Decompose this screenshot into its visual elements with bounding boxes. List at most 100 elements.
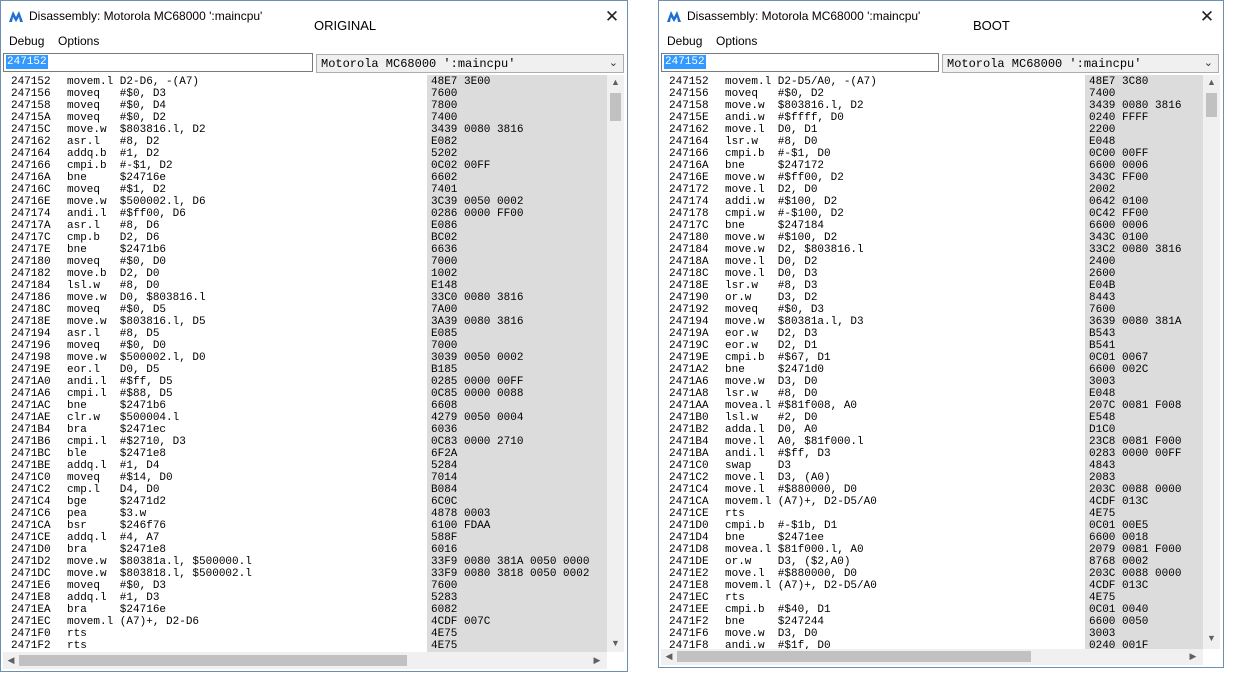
disasm-row[interactable]: 2471D0 cmpi.b #-$1b, D1 0C01 00E5 [661,520,1203,532]
scroll-thumb[interactable] [1206,93,1217,117]
disasm-row[interactable]: 2471F8 andi.w #$1f, D0 0240 001F [661,640,1203,649]
disasm-row[interactable]: 24719E eor.l D0, D5 B185 [3,364,607,376]
disasm-row[interactable]: 247164 lsr.w #8, D0 E048 [661,136,1203,148]
scroll-thumb[interactable] [19,655,407,666]
disasm-row[interactable]: 24717C cmp.b D2, D6 BC02 [3,232,607,244]
disasm-row[interactable]: 2471BC ble $2471e8 6F2A [3,448,607,460]
disasm-row[interactable]: 2471EC rts 4E75 [661,592,1203,604]
disasm-row[interactable]: 2471E8 addq.l #1, D3 5283 [3,592,607,604]
disasm-row[interactable]: 2471CA bsr $246f76 6100 FDAA [3,520,607,532]
disasm-row[interactable]: 247180 move.w #$100, D2 343C 0100 [661,232,1203,244]
disasm-row[interactable]: 2471EA bra $24716e 6082 [3,604,607,616]
address-input[interactable]: 247152 [661,53,939,72]
disasm-row[interactable]: 2471B6 cmpi.l #$2710, D3 0C83 0000 2710 [3,436,607,448]
disasm-row[interactable]: 2471F2 bne $247244 6600 0050 [661,616,1203,628]
disasm-row[interactable]: 24718E lsr.w #8, D3 E04B [661,280,1203,292]
disasm-row[interactable]: 2471CA movem.l (A7)+, D2-D5/A0 4CDF 013C [661,496,1203,508]
disasm-row[interactable]: 247162 asr.l #8, D2 E082 [3,136,607,148]
disasm-row[interactable]: 247196 moveq #$0, D0 7000 [3,340,607,352]
disasm-row[interactable]: 24717E bne $2471b6 6636 [3,244,607,256]
disasm-row[interactable]: 2471EE cmpi.b #$40, D1 0C01 0040 [661,604,1203,616]
disasm-row[interactable]: 247194 move.w $80381a.l, D3 3639 0080 381A [661,316,1203,328]
disasm-row[interactable]: 247184 lsl.w #8, D0 E148 [3,280,607,292]
disasm-row[interactable]: 247174 andi.l #$ff00, D6 0286 0000 FF00 [3,208,607,220]
disasm-row[interactable]: 2471D4 bne $2471ee 6600 0018 [661,532,1203,544]
disasm-row[interactable]: 24719C eor.w D2, D1 B541 [661,340,1203,352]
scroll-thumb[interactable] [677,651,1031,662]
scroll-up-icon[interactable]: ▲ [1203,77,1220,87]
disasm-row[interactable]: 247156 moveq #$0, D3 7600 [3,88,607,100]
disasm-row[interactable]: 2471F2 rts 4E75 [3,640,607,652]
menu-debug[interactable]: Debug [667,34,702,48]
disasm-row[interactable]: 247166 cmpi.b #-$1, D2 0C02 00FF [3,160,607,172]
disasm-row[interactable]: 247156 moveq #$0, D2 7400 [661,88,1203,100]
disasm-row[interactable]: 24715E andi.w #$ffff, D0 0240 FFFF [661,112,1203,124]
disasm-row[interactable]: 2471A6 move.w D3, D0 3003 [661,376,1203,388]
disasm-row[interactable]: 2471B4 bra $2471ec 6036 [3,424,607,436]
disasm-row[interactable]: 2471DE or.w D3, ($2,A0) 8768 0002 [661,556,1203,568]
disasm-row[interactable]: 2471A2 bne $2471d0 6600 002C [661,364,1203,376]
disasm-row[interactable]: 24718C move.l D0, D3 2600 [661,268,1203,280]
disasm-row[interactable]: 2471D2 move.w $80381a.l, $500000.l 33F9 00… [3,556,607,568]
title-bar[interactable]: Disassembly: Motorola MC68000 ':maincpu'… [1,1,627,33]
scroll-up-icon[interactable]: ▲ [607,77,624,87]
vertical-scrollbar[interactable]: ▲ ▼ [1203,75,1220,649]
disasm-row[interactable]: 247184 move.w D2, $803816.l 33C2 0080 3816 [661,244,1203,256]
disasm-row[interactable]: 2471E6 moveq #$0, D3 7600 [3,580,607,592]
disasm-row[interactable]: 2471A8 lsr.w #8, D0 E048 [661,388,1203,400]
disasm-row[interactable]: 247152 movem.l D2-D5/A0, -(A7) 48E7 3C80 [661,76,1203,88]
disasm-row[interactable]: 247190 or.w D3, D2 8443 [661,292,1203,304]
disasm-row[interactable]: 24716E move.w $500002.l, D6 3C39 0050 0002 [3,196,607,208]
disasm-row[interactable]: 2471C2 cmp.l D4, D0 B084 [3,484,607,496]
disasm-row[interactable]: 24716A bne $247172 6600 0006 [661,160,1203,172]
disasm-row[interactable]: 2471C6 pea $3.w 4878 0003 [3,508,607,520]
disasm-row[interactable]: 2471A6 cmpi.l #$88, D5 0C85 0000 0088 [3,388,607,400]
disasm-row[interactable]: 24717C bne $247184 6600 0006 [661,220,1203,232]
disasm-row[interactable]: 24715C move.w $803816.l, D2 3439 0080 3816 [3,124,607,136]
disasm-row[interactable]: 2471E8 movem.l (A7)+, D2-D5/A0 4CDF 013C [661,580,1203,592]
disasm-row[interactable]: 247178 cmpi.w #-$100, D2 0C42 FF00 [661,208,1203,220]
disasm-row[interactable]: 24715A moveq #$0, D2 7400 [3,112,607,124]
disasm-row[interactable]: 24719A eor.w D2, D3 B543 [661,328,1203,340]
vertical-scrollbar[interactable]: ▲ ▼ [607,75,624,652]
disasm-row[interactable]: 247194 asr.l #8, D5 E085 [3,328,607,340]
disasm-row[interactable]: 2471B0 lsl.w #2, D0 E548 [661,412,1203,424]
disasm-row[interactable]: 247152 movem.l D2-D6, -(A7) 48E7 3E00 [3,76,607,88]
disasm-row[interactable]: 2471BA andi.l #$ff, D3 0283 0000 00FF [661,448,1203,460]
disasm-row[interactable]: 247186 move.w D0, $803816.l 33C0 0080 3816 [3,292,607,304]
disasm-row[interactable]: 247172 move.l D2, D0 2002 [661,184,1203,196]
close-icon[interactable]: ✕ [1192,5,1222,29]
disasm-row[interactable]: 2471AE clr.w $500004.l 4279 0050 0004 [3,412,607,424]
disasm-row[interactable]: 24718C moveq #$0, D5 7A00 [3,304,607,316]
disasm-row[interactable]: 2471F0 rts 4E75 [3,628,607,640]
disasm-row[interactable]: 2471D8 movea.l $81f000.l, A0 2079 0081 F00… [661,544,1203,556]
disasm-row[interactable]: 24716C moveq #$1, D2 7401 [3,184,607,196]
disasm-row[interactable]: 2471C2 move.l D3, (A0) 2083 [661,472,1203,484]
menu-options[interactable]: Options [58,34,99,48]
scroll-thumb[interactable] [610,93,621,121]
menu-debug[interactable]: Debug [9,34,44,48]
disasm-row[interactable]: 247158 move.w $803816.l, D2 3439 0080 3816 [661,100,1203,112]
disasm-row[interactable]: 2471AA movea.l #$81f008, A0 207C 0081 F008 [661,400,1203,412]
disasm-row[interactable]: 2471A0 andi.l #$ff, D5 0285 0000 00FF [3,376,607,388]
scroll-left-icon[interactable]: ◀ [663,651,675,662]
disasm-row[interactable]: 247192 moveq #$0, D3 7600 [661,304,1203,316]
disasm-row[interactable]: 247166 cmpi.b #-$1, D0 0C00 00FF [661,148,1203,160]
disasm-row[interactable]: 24719E cmpi.b #$67, D1 0C01 0067 [661,352,1203,364]
scroll-down-icon[interactable]: ▼ [607,638,624,648]
disasm-row[interactable]: 2471B2 adda.l D0, A0 D1C0 [661,424,1203,436]
disasm-row[interactable]: 2471C4 bge $2471d2 6C0C [3,496,607,508]
scroll-right-icon[interactable]: ▶ [591,655,603,666]
disasm-row[interactable]: 24718A move.l D0, D2 2400 [661,256,1203,268]
address-input[interactable]: 247152 [3,53,313,72]
disasm-row[interactable]: 24716E move.w #$ff00, D2 343C FF00 [661,172,1203,184]
disasm-row[interactable]: 247198 move.w $500002.l, D0 3039 0050 0002 [3,352,607,364]
disasm-row[interactable]: 2471D0 bra $2471e8 6016 [3,544,607,556]
disassembly-listing[interactable]: 247152 movem.l D2-D6, -(A7) 48E7 3E00 24715… [3,75,607,652]
horizontal-scrollbar[interactable]: ◀ ▶ [661,649,1203,665]
disasm-row[interactable]: 2471C4 move.l #$880000, D0 203C 0088 0000 [661,484,1203,496]
disasm-row[interactable]: 247180 moveq #$0, D0 7000 [3,256,607,268]
disasm-row[interactable]: 24717A asr.l #8, D6 E086 [3,220,607,232]
disasm-row[interactable]: 247182 move.b D2, D0 1002 [3,268,607,280]
disasm-row[interactable]: 2471DC move.w $803818.l, $500002.l 33F9 00… [3,568,607,580]
